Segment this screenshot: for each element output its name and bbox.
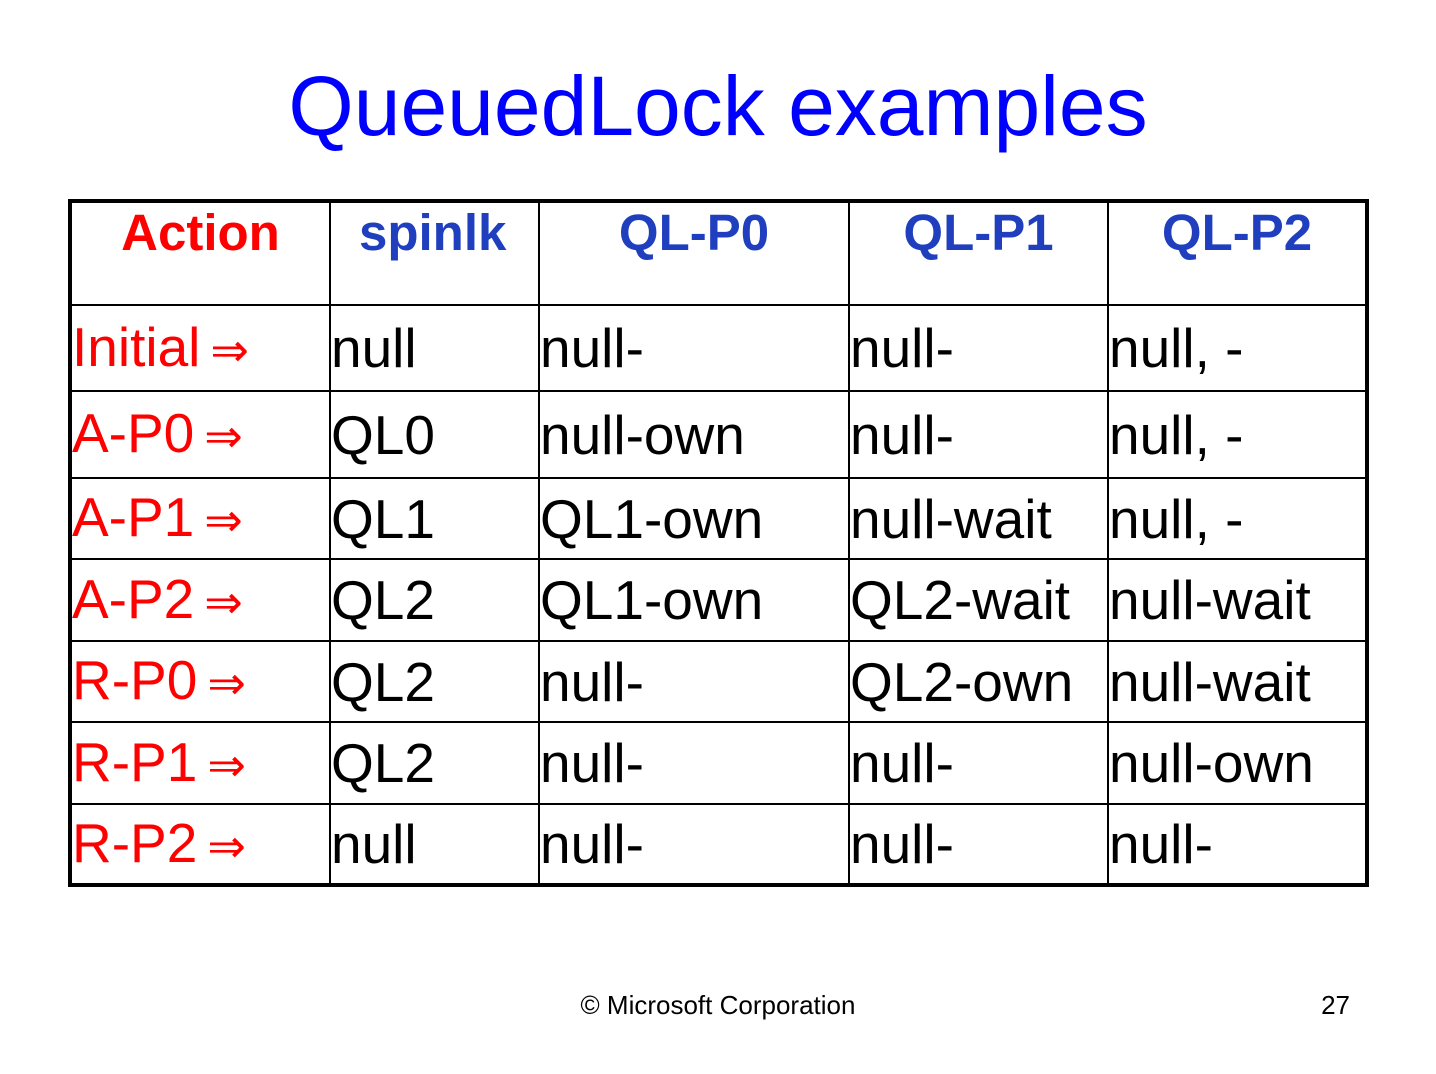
action-cell: R-P0 ⇒	[69, 640, 331, 723]
ql-p2-cell: null, -	[1107, 390, 1368, 479]
ql-p1-cell: null-	[848, 803, 1109, 886]
action-label: A-P1	[72, 486, 195, 548]
header-ql-p2: QL-P2	[1107, 200, 1368, 306]
header-ql-p1: QL-P1	[848, 200, 1109, 306]
ql-p2-cell: null, -	[1107, 304, 1368, 392]
ql-p1-cell: QL2-wait	[848, 558, 1109, 642]
ql-p2-cell: null-wait	[1107, 558, 1368, 642]
queuedlock-table: Action spinlk QL-P0 QL-P1 QL-P2 Initial ⇒…	[68, 199, 1369, 887]
action-cell: A-P0 ⇒	[69, 390, 331, 479]
table-row: A-P1 ⇒ QL1 QL1-own null-wait null, -	[69, 477, 1368, 560]
spinlk-cell: QL1	[329, 477, 540, 560]
footer-copyright: © Microsoft Corporation	[580, 990, 856, 1020]
slide-title: QueuedLock examples	[288, 59, 1148, 153]
action-label: A-P0	[72, 402, 195, 464]
ql-p0-cell: null-	[538, 304, 850, 392]
table-row: R-P1 ⇒ QL2 null- null- null-own	[69, 721, 1368, 805]
table-row: A-P2 ⇒ QL2 QL1-own QL2-wait null-wait	[69, 558, 1368, 642]
ql-p0-cell: null-	[538, 640, 850, 723]
table-row: A-P0 ⇒ QL0 null-own null- null, -	[69, 390, 1368, 479]
implies-arrow-icon: ⇒	[210, 322, 249, 377]
page-number: 27	[1321, 990, 1350, 1020]
implies-arrow-icon: ⇒	[204, 574, 243, 629]
ql-p2-cell: null-wait	[1107, 640, 1368, 723]
action-cell: R-P2 ⇒	[69, 803, 331, 886]
table-row: R-P2 ⇒ null null- null- null-	[69, 803, 1368, 886]
action-label: A-P2	[72, 567, 195, 630]
spinlk-cell: null	[329, 803, 540, 886]
action-label: Initial	[72, 315, 201, 378]
table-row: Initial ⇒ null null- null- null, -	[69, 304, 1368, 392]
implies-arrow-icon: ⇒	[207, 737, 246, 792]
ql-p2-cell: null, -	[1107, 477, 1368, 560]
spinlk-cell: null	[329, 304, 540, 392]
ql-p2-cell: null-	[1107, 803, 1368, 886]
ql-p2-cell: null-own	[1107, 721, 1368, 805]
action-label: R-P1	[72, 730, 198, 793]
table-header-row: Action spinlk QL-P0 QL-P1 QL-P2	[69, 200, 1368, 306]
implies-arrow-icon: ⇒	[207, 818, 246, 873]
ql-p0-cell: null-	[538, 803, 850, 886]
ql-p0-cell: null-	[538, 721, 850, 805]
action-cell: Initial ⇒	[69, 304, 331, 392]
header-action: Action	[69, 200, 331, 306]
ql-p0-cell: null-own	[538, 390, 850, 479]
implies-arrow-icon: ⇒	[204, 493, 243, 547]
header-ql-p0: QL-P0	[538, 200, 850, 306]
ql-p0-cell: QL1-own	[538, 477, 850, 560]
spinlk-cell: QL2	[329, 721, 540, 805]
ql-p1-cell: null-	[848, 721, 1109, 805]
table-row: R-P0 ⇒ QL2 null- QL2-own null-wait	[69, 640, 1368, 723]
spinlk-cell: QL0	[329, 390, 540, 479]
action-cell: R-P1 ⇒	[69, 721, 331, 805]
spinlk-cell: QL2	[329, 640, 540, 723]
ql-p1-cell: QL2-own	[848, 640, 1109, 723]
ql-p1-cell: null-	[848, 390, 1109, 479]
implies-arrow-icon: ⇒	[204, 409, 243, 463]
implies-arrow-icon: ⇒	[207, 656, 246, 710]
action-cell: A-P1 ⇒	[69, 477, 331, 560]
action-label: R-P0	[72, 649, 198, 711]
header-spinlk: spinlk	[329, 200, 540, 306]
ql-p1-cell: null-wait	[848, 477, 1109, 560]
spinlk-cell: QL2	[329, 558, 540, 642]
ql-p0-cell: QL1-own	[538, 558, 850, 642]
action-label: R-P2	[72, 811, 198, 874]
ql-p1-cell: null-	[848, 304, 1109, 392]
action-cell: A-P2 ⇒	[69, 558, 331, 642]
